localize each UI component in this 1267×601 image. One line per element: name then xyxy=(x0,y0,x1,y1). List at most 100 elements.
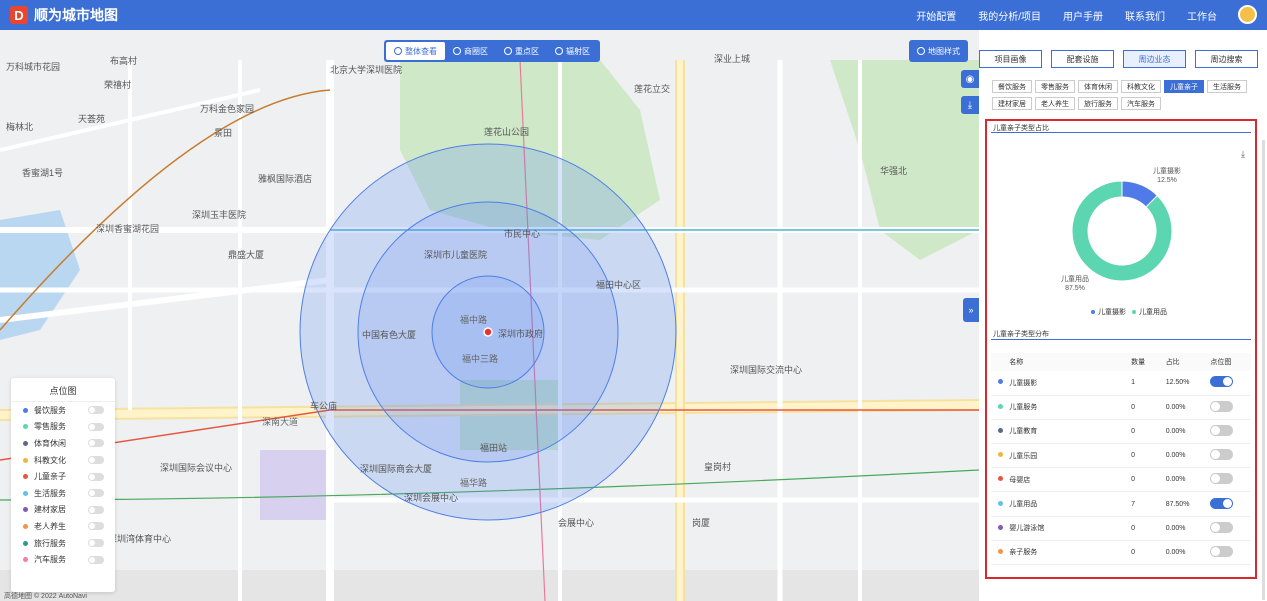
legend-item: 餐饮服务 xyxy=(11,402,115,419)
nav-item-workspace[interactable]: 工作台 xyxy=(1187,8,1217,23)
legend-toggle[interactable] xyxy=(88,439,104,448)
legend-toggle[interactable] xyxy=(88,456,104,465)
map-toggle[interactable] xyxy=(1210,545,1234,557)
tab-radiation-area[interactable]: 辐射区 xyxy=(547,42,598,60)
row-name: 儿童用品 xyxy=(1009,491,1132,517)
donut-slice-1[interactable] xyxy=(1071,180,1173,282)
donut-svg xyxy=(1071,180,1173,282)
col-header-name: 名称 xyxy=(1009,353,1132,371)
row-pct: 0.00% xyxy=(1165,516,1211,541)
legend-entry[interactable]: 儿童用品 xyxy=(1139,307,1167,317)
row-color-dot xyxy=(998,548,1003,554)
map-toggle[interactable] xyxy=(1210,424,1234,436)
legend-title: 点位图 xyxy=(11,378,115,402)
tab-project-profile[interactable]: 项目画像 xyxy=(979,50,1042,68)
category-button[interactable]: 汽车服务 xyxy=(1121,97,1161,110)
row-color-dot xyxy=(998,427,1003,433)
tab-key-area[interactable]: 重点区 xyxy=(496,42,547,60)
category-button[interactable]: 体育休闲 xyxy=(1078,80,1118,93)
map-toggle[interactable] xyxy=(1210,473,1234,485)
table-header-row: 名称 数量 占比 点位图 xyxy=(991,353,1251,371)
table-row: 儿童教育 0 0.00% xyxy=(991,419,1251,445)
row-count: 7 xyxy=(1131,491,1166,517)
legend-toggle[interactable] xyxy=(88,505,104,514)
map-toggle[interactable] xyxy=(1210,376,1234,388)
tab-business-district[interactable]: 商圈区 xyxy=(445,42,496,60)
map-label: 深圳会展中心 xyxy=(404,493,459,503)
legend-swatch xyxy=(1091,310,1095,314)
map-toggle[interactable] xyxy=(1210,521,1234,533)
divider xyxy=(991,132,1251,133)
legend-entry[interactable]: 儿童摄影 xyxy=(1098,307,1126,317)
category-button[interactable]: 儿童亲子 xyxy=(1164,80,1204,93)
legend-item-label: 老人养生 xyxy=(34,521,66,531)
chart-legend: 儿童摄影 儿童用品 xyxy=(1085,307,1167,317)
row-count: 0 xyxy=(1131,540,1166,566)
map-label: 深圳市儿童医院 xyxy=(424,250,488,260)
map-toggle[interactable] xyxy=(1210,449,1234,461)
legend-toggle[interactable] xyxy=(88,555,104,564)
legend-toggle[interactable] xyxy=(88,489,104,498)
data-label-photo: 儿童摄影 12.5% xyxy=(1153,168,1181,184)
legend-item: 儿童亲子 xyxy=(11,468,115,485)
legend-item-label: 餐饮服务 xyxy=(34,405,66,415)
row-pct: 0.00% xyxy=(1165,467,1211,493)
legend-toggle[interactable] xyxy=(88,522,104,531)
legend-toggle[interactable] xyxy=(88,422,104,431)
map-label: 岗厦 xyxy=(692,518,711,528)
legend-item-label: 体育休闲 xyxy=(34,438,66,448)
map-canvas[interactable]: 万科城市花园 布高村 荣禧村 北京大学深圳医院 万科金色家园 深业上城 莲花立交… xyxy=(0,30,979,601)
map-label: 皇岗村 xyxy=(704,462,732,472)
category-button[interactable]: 科教文化 xyxy=(1121,80,1161,93)
row-name: 儿童乐园 xyxy=(1009,443,1132,469)
top-nav: 开始配置 我的分析/项目 用户手册 联系我们 工作台 xyxy=(894,0,1217,30)
map-label: 香蜜湖1号 xyxy=(22,168,64,178)
row-color-dot xyxy=(998,379,1003,385)
row-count: 1 xyxy=(1131,371,1166,396)
map-label: 深圳玉丰医院 xyxy=(192,210,247,220)
nav-item-manual[interactable]: 用户手册 xyxy=(1063,8,1103,23)
app-logo[interactable]: D xyxy=(10,6,28,24)
globe-icon xyxy=(394,47,402,55)
map-label: 万科城市花园 xyxy=(6,62,61,72)
download-icon[interactable]: ⤓ xyxy=(1241,149,1245,160)
avatar[interactable] xyxy=(1238,5,1257,24)
row-pct: 87.50% xyxy=(1165,491,1211,517)
map-toggle[interactable] xyxy=(1210,497,1234,509)
map-label: 福华路 xyxy=(460,478,488,488)
nav-item-contact[interactable]: 联系我们 xyxy=(1125,8,1165,23)
map-label: 深圳香蜜湖花园 xyxy=(96,224,160,234)
map-style-button[interactable]: 地图样式 xyxy=(909,40,968,62)
tab-overview[interactable]: 整体查看 xyxy=(386,42,445,60)
map-toggle[interactable] xyxy=(1210,400,1234,412)
legend-toggle[interactable] xyxy=(88,472,104,481)
collapse-panel-button[interactable]: » xyxy=(963,298,979,322)
category-button[interactable]: 老人养生 xyxy=(1035,97,1075,110)
legend-item: 建材家居 xyxy=(11,502,115,519)
category-button[interactable]: 建材家居 xyxy=(992,97,1032,110)
row-color-dot xyxy=(998,403,1003,409)
legend-toggle[interactable] xyxy=(88,406,104,415)
legend-dot xyxy=(23,523,28,529)
nav-item-start[interactable]: 开始配置 xyxy=(916,8,956,23)
category-button[interactable]: 餐饮服务 xyxy=(992,80,1032,93)
row-name: 母婴店 xyxy=(1009,467,1132,493)
target-icon xyxy=(504,47,512,55)
row-color-dot xyxy=(998,500,1003,506)
legend-toggle[interactable] xyxy=(88,539,104,548)
download-icon[interactable]: ⤓ xyxy=(961,96,979,114)
panel-scrollbar[interactable] xyxy=(1262,140,1265,600)
category-button[interactable]: 旅行服务 xyxy=(1078,97,1118,110)
nav-item-projects[interactable]: 我的分析/项目 xyxy=(978,8,1041,23)
legend-dot xyxy=(23,474,28,480)
category-button[interactable]: 零售服务 xyxy=(1035,80,1075,93)
legend-dot xyxy=(23,490,28,496)
poi-legend: 点位图 餐饮服务 零售服务 体育休闲 科教文化 儿童亲子 生活服务 建材家居 老… xyxy=(11,378,115,592)
category-button[interactable]: 生活服务 xyxy=(1207,80,1247,93)
tab-facilities[interactable]: 配套设施 xyxy=(1051,50,1114,68)
tab-surrounding-business[interactable]: 周边业态 xyxy=(1123,50,1186,68)
tab-surrounding-search[interactable]: 周边搜索 xyxy=(1195,50,1258,68)
legend-item: 科教文化 xyxy=(11,452,115,469)
data-label-goods: 儿童用品 87.5% xyxy=(1061,276,1089,292)
eye-icon[interactable]: ◉ xyxy=(961,70,979,88)
